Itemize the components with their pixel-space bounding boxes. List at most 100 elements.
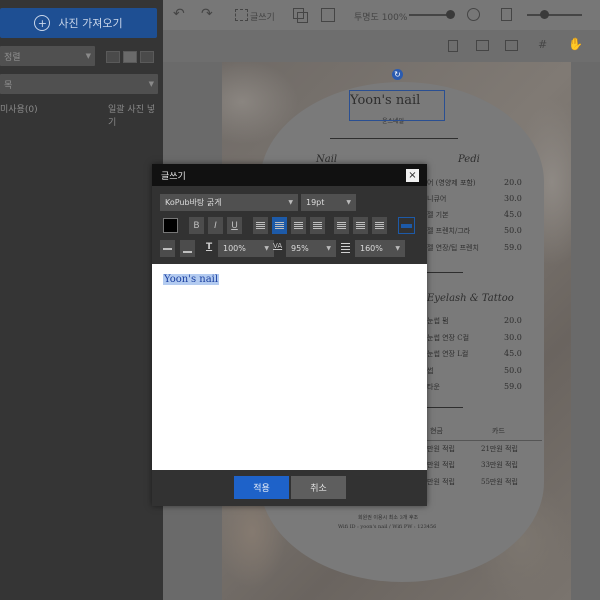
section-divider [427,272,463,273]
eyelash-item-name: 타운 [427,383,440,391]
align-left-button[interactable] [253,217,268,234]
membership-cash: 만원 적립 [427,461,455,469]
line-spacing-icon [341,243,350,253]
align-right-icon [294,222,303,229]
justify-icon [313,222,322,229]
scale-value: 100% [223,244,246,253]
valign-bottom-icon [375,222,384,229]
font-size-select[interactable]: 19pt ▼ [301,194,356,211]
align-center-icon [275,222,284,229]
opacity-slider-handle[interactable] [446,10,455,19]
bulk-insert-link[interactable]: 일괄 사진 넣기 [108,102,163,128]
pedi-item-name: 젤 프렌치/그라 [427,227,471,235]
close-icon[interactable]: × [406,169,419,182]
eyelash-item-price: 45.0 [504,349,522,358]
pedi-item-name: 젤 연장/팁 프렌치 [427,244,479,252]
zoom-slider-handle[interactable] [540,10,549,19]
chevron-down-icon: ▼ [395,245,400,252]
text-box-icon[interactable] [235,9,248,21]
list-view-icon[interactable] [106,51,120,63]
valign-bottom-button[interactable] [372,217,387,234]
pedi-item-price: 45.0 [504,210,522,219]
chevron-down-icon: ▼ [264,245,269,252]
selection-box[interactable] [349,90,445,121]
editor-selected-text[interactable]: Yoon's nail [163,274,220,285]
pedi-item-price: 50.0 [504,226,522,235]
pedi-item-name: 니큐어 [427,195,447,203]
page-icon[interactable] [448,40,458,52]
apply-button[interactable]: 적용 [234,476,289,499]
trash-icon[interactable] [501,8,512,21]
filter-select-value: 목 [4,80,13,91]
line-spacing-select[interactable]: 160% ▼ [355,240,405,257]
reset-icon[interactable] [467,8,480,21]
import-photos-label: 사진 가져오기 [58,17,123,30]
sort-select[interactable]: 정렬 ▼ [0,46,95,66]
font-family-value: KoPub바탕 굵게 [165,198,222,207]
import-photos-button[interactable]: + 사진 가져오기 [0,8,157,38]
justify-button[interactable] [310,217,325,234]
underline-button[interactable]: U [227,217,242,234]
grid-view-icon[interactable] [123,51,137,63]
col-card: 카드 [492,427,505,435]
grid-icon[interactable]: # [538,38,547,51]
text-editor[interactable]: Yoon's nail [152,264,427,470]
eyelash-item-name: 눈썹 연장 C컬 [427,334,470,342]
zoom-slider-track[interactable] [527,14,582,16]
filter-select[interactable]: 목 ▼ [0,74,158,94]
membership-card: 21만원 적립 [481,445,518,453]
large-view-icon[interactable] [140,51,154,63]
text-background-button[interactable] [398,217,415,234]
footer-note: 회원권 이용시 최소 3개 후조 [358,515,419,521]
eyelash-item-price: 50.0 [504,366,522,375]
eyelash-item-price: 30.0 [504,333,522,342]
membership-card: 33만원 적립 [481,461,518,469]
col-cash: 현금 [430,427,443,435]
italic-button[interactable]: I [208,217,223,234]
align-right-button[interactable] [291,217,306,234]
text-color-swatch[interactable] [163,218,178,233]
undo-icon[interactable]: ↶ [173,6,185,22]
eyelash-item-name: 썹 [427,367,434,375]
letter-spacing-value: 95% [291,244,309,253]
redo-icon[interactable]: ↷ [201,6,213,22]
letter-spacing-select[interactable]: 95% ▼ [286,240,336,257]
align-center-button[interactable] [272,217,287,234]
line-style-button[interactable] [160,240,175,257]
valign-top-icon [337,222,346,229]
eyelash-item-name: 눈썹 펌 [427,317,449,325]
chevron-down-icon: ▼ [148,80,154,88]
footer-wifi: Wifi ID : yoon's nail / Wifi PW : 123456 [338,524,437,530]
letter-spacing-icon: VA [273,242,283,250]
underline-style-button[interactable] [180,240,195,257]
cancel-button[interactable]: 취소 [291,476,346,499]
pedi-item-price: 59.0 [504,243,522,252]
membership-cash: 만원 적립 [427,445,455,453]
line-icon [163,247,172,250]
scale-icon: T [206,242,213,252]
rotate-icon[interactable]: ↻ [392,69,403,80]
bold-button[interactable]: B [189,217,204,234]
table-divider [427,440,542,441]
valign-top-button[interactable] [334,217,349,234]
sort-select-value: 정렬 [4,52,21,63]
scale-select[interactable]: 100% ▼ [218,240,274,257]
font-family-select[interactable]: KoPub바탕 굵게 ▼ [160,194,298,211]
monitor-icon[interactable] [476,40,489,51]
opacity-slider-track[interactable] [409,14,449,16]
top-toolbar: ↶ ↷ 글쓰기 투명도 100% [163,0,600,30]
text-tool-label[interactable]: 글쓰기 [250,10,275,23]
membership-cash: 만원 적립 [427,478,455,486]
plus-icon: + [34,15,51,31]
eyelash-item-name: 눈썹 연장 L컬 [427,350,469,358]
line-spacing-value: 160% [360,244,383,253]
pedi-item-name: 어 (영양제 포함) [427,179,476,187]
section-eyelash: Eyelash & Tattoo [427,293,514,304]
opacity-label: 투명도 100% [354,13,408,23]
preview-icon[interactable] [505,40,518,51]
align-icon[interactable] [321,8,335,22]
valign-middle-button[interactable] [353,217,368,234]
font-size-value: 19pt [306,198,325,207]
chevron-down-icon: ▼ [326,245,331,252]
hand-icon[interactable]: ✋ [568,37,583,51]
